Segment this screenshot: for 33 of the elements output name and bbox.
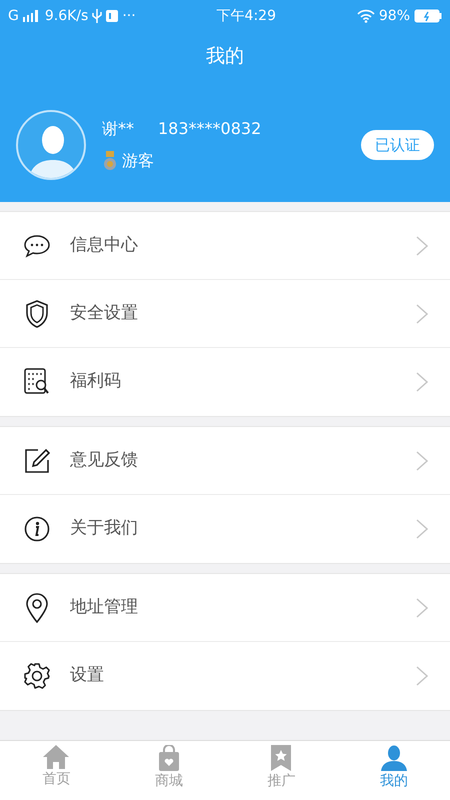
settings-icon: [23, 662, 51, 690]
user-name: 谢**: [102, 118, 134, 140]
page-title: 我的: [206, 45, 244, 67]
network-speed: 9.6K/s: [44, 6, 88, 26]
chevron-right-icon: [416, 236, 428, 256]
chevron-right-icon: [416, 372, 428, 392]
user-icon: [380, 745, 407, 771]
wifi-icon: [356, 9, 375, 23]
grid-search-icon: [24, 368, 50, 396]
battery-percent: 98%: [378, 6, 410, 26]
more-indicator: ···: [122, 6, 136, 26]
location-pin-icon: [25, 592, 49, 622]
carrier-label: G: [8, 6, 19, 26]
chat-bubble-icon: [23, 234, 51, 258]
chevron-right-icon: [416, 598, 428, 618]
battery-icon: [414, 9, 442, 23]
shield-icon: [25, 300, 49, 328]
usb-icon: [92, 9, 102, 23]
signal-icon: [22, 10, 41, 22]
level-label: 游客: [122, 150, 154, 172]
bookmark-star-icon: [270, 745, 292, 771]
chevron-right-icon: [416, 304, 428, 324]
home-icon: [43, 745, 70, 769]
edit-icon: [24, 448, 50, 474]
app-icon: [106, 10, 118, 22]
medal-icon: [102, 151, 118, 171]
clock: 下午4:29: [216, 8, 276, 24]
chevron-right-icon: [416, 519, 428, 539]
chevron-right-icon: [416, 450, 428, 470]
phone-number: 183****0832: [158, 118, 262, 140]
info-icon: [24, 516, 50, 542]
shopping-bag-icon: [158, 745, 180, 771]
chevron-right-icon: [416, 666, 428, 686]
